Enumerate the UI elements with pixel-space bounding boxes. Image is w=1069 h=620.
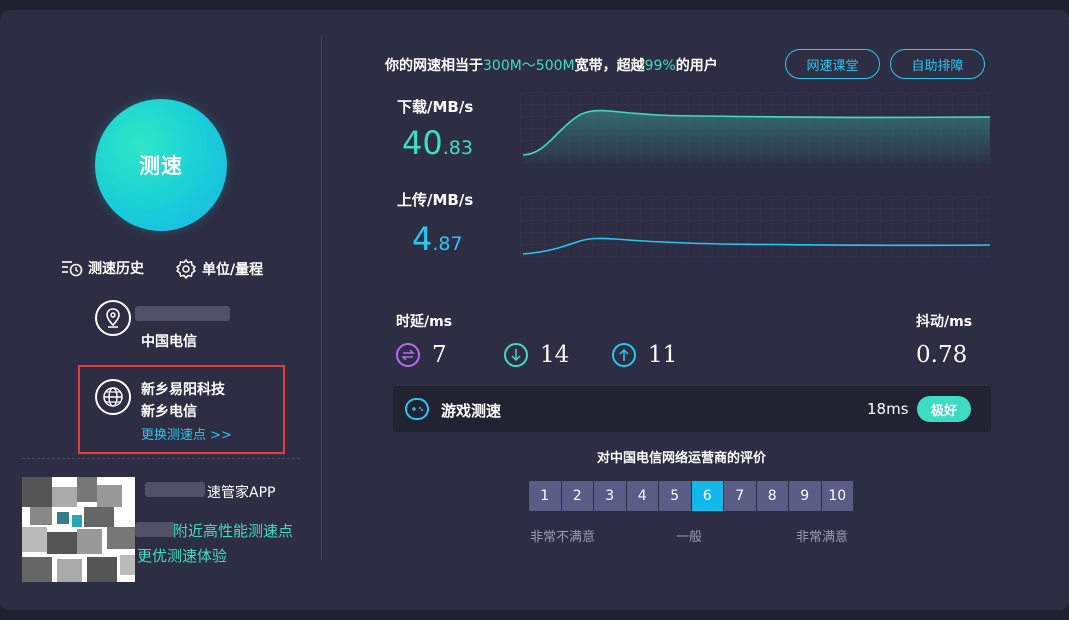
masked-ip — [135, 306, 230, 321]
column-divider — [321, 35, 322, 560]
speed-summary: 你的网速相当于300M～500M宽带，超越99%的用户 — [385, 55, 718, 75]
speed-test-button[interactable]: 测速 — [95, 99, 227, 231]
speed-test-panel: 测速 测速历史 单位/量程 中国电信 新乡易阳科技 新乡电信 更换测速点 >> … — [0, 10, 1069, 610]
node-name: 新乡易阳科技 — [141, 382, 225, 398]
app-qr-code — [22, 477, 135, 582]
latency-value-up: 11 — [648, 342, 678, 368]
jitter-item: 0.78 — [916, 342, 967, 368]
download-chart — [520, 92, 990, 164]
arrow-up-icon — [612, 343, 636, 367]
download-int: 40 — [402, 124, 443, 162]
unit-range-button[interactable]: 单位/量程 — [175, 258, 263, 280]
game-quality-badge: 极好 — [917, 396, 971, 422]
latency-label: 时延/ms — [396, 314, 453, 330]
rating-option-8[interactable]: 8 — [756, 481, 788, 511]
summary-percent: 99% — [644, 58, 676, 74]
gear-icon — [176, 259, 196, 279]
masked-app-name — [145, 482, 205, 497]
game-speed-label: 游戏测速 — [441, 402, 502, 420]
rating-low-label: 非常不满意 — [530, 530, 596, 545]
masked-promo — [135, 522, 175, 537]
history-label: 测速历史 — [88, 261, 144, 277]
change-node-link[interactable]: 更换测速点 >> — [141, 424, 232, 443]
user-isp: 中国电信 — [141, 334, 197, 350]
download-dec: .83 — [442, 137, 473, 159]
app-name: 速管家APP — [207, 485, 276, 501]
download-value: 40.83 — [402, 124, 473, 162]
rating-option-3[interactable]: 3 — [594, 481, 626, 511]
promo-line1: 附近高性能测速点 — [173, 522, 294, 540]
rating-option-4[interactable]: 4 — [626, 481, 658, 511]
rating-option-6[interactable]: 6 — [691, 481, 723, 511]
game-speed-bar[interactable]: 游戏测速 18ms 极好 — [393, 386, 991, 432]
rating-option-5[interactable]: 5 — [659, 481, 691, 511]
summary-bandwidth: 300M～500M — [483, 58, 575, 74]
download-area — [523, 110, 990, 164]
upload-chart — [520, 196, 990, 258]
globe-icon — [95, 379, 131, 415]
unit-range-label: 单位/量程 — [202, 262, 264, 278]
self-troubleshoot-button[interactable]: 自助排障 — [890, 49, 985, 79]
rating-scale: 1 2 3 4 5 6 7 8 9 10 — [529, 481, 854, 511]
latency-item-up: 11 — [612, 342, 677, 368]
location-icon — [95, 300, 131, 336]
summary-suffix: 的用户 — [675, 58, 718, 74]
latency-item-down: 14 — [504, 342, 569, 368]
promo-line2: 更优测速体验 — [137, 547, 228, 565]
arrow-down-icon — [504, 343, 528, 367]
upload-label: 上传/MB/s — [397, 191, 474, 209]
jitter-value: 0.78 — [916, 342, 968, 368]
history-button[interactable]: 测速历史 — [61, 258, 144, 278]
rating-option-10[interactable]: 10 — [821, 481, 853, 511]
latency-value-down: 14 — [540, 342, 570, 368]
history-icon — [62, 261, 83, 277]
summary-middle: 宽带，超越 — [574, 58, 645, 74]
left-dashed-divider — [22, 458, 300, 459]
rating-mid-label: 一般 — [676, 530, 703, 545]
game-latency-value: 18ms — [867, 400, 909, 418]
speed-course-button[interactable]: 网速课堂 — [785, 49, 880, 79]
summary-prefix: 你的网速相当于 — [385, 58, 483, 74]
speed-test-button-label: 测速 — [139, 154, 183, 178]
rating-option-7[interactable]: 7 — [724, 481, 756, 511]
latency-item-bidirectional: 7 — [396, 342, 447, 368]
download-label: 下载/MB/s — [397, 98, 474, 116]
upload-value: 4.87 — [412, 220, 463, 258]
rating-option-2[interactable]: 2 — [561, 481, 593, 511]
rating-option-1[interactable]: 1 — [529, 481, 561, 511]
latency-value-bidirectional: 7 — [432, 342, 447, 368]
upload-int: 4 — [412, 220, 433, 258]
rating-high-label: 非常满意 — [796, 530, 849, 545]
gamepad-icon — [405, 398, 429, 420]
jitter-label: 抖动/ms — [916, 314, 973, 330]
node-isp: 新乡电信 — [141, 404, 197, 420]
upload-dec: .87 — [432, 233, 463, 255]
rating-title: 对中国电信网络运营商的评价 — [597, 451, 767, 466]
rating-option-9[interactable]: 9 — [789, 481, 821, 511]
swap-arrows-icon — [396, 343, 420, 367]
